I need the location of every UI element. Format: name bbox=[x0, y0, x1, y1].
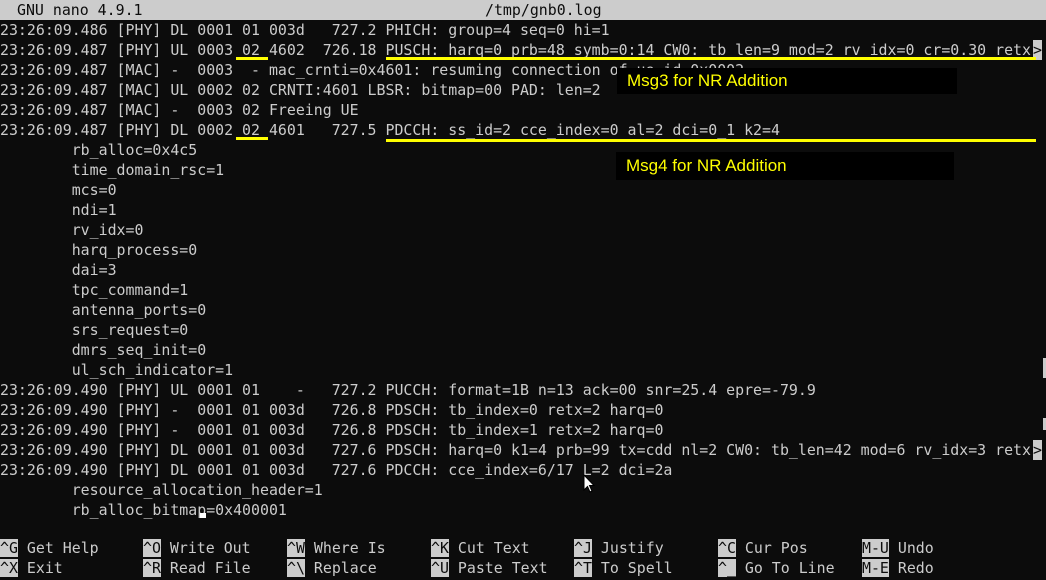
shortcut-replace[interactable]: ^\ Replace bbox=[287, 558, 377, 578]
shortcut-to-spell[interactable]: ^T To Spell bbox=[574, 558, 673, 578]
annotation-msg3: Msg3 for NR Addition bbox=[617, 68, 957, 94]
annotation-msg4: Msg4 for NR Addition bbox=[616, 152, 954, 180]
shortcut-label: Redo bbox=[897, 559, 934, 577]
shortcut-key: ^O bbox=[143, 539, 161, 557]
shortcut-key: M-U bbox=[862, 539, 889, 557]
log-line[interactable]: dai=3 bbox=[0, 260, 1046, 280]
log-line[interactable]: tpc_command=1 bbox=[0, 280, 1046, 300]
shortcut-get-help[interactable]: ^G Get Help bbox=[0, 538, 99, 558]
text-cursor bbox=[200, 513, 206, 518]
shortcut-read-file[interactable]: ^R Read File bbox=[143, 558, 251, 578]
log-line[interactable]: 23:26:09.490 [PHY] DL 0001 01 003d 727.6… bbox=[0, 440, 1046, 460]
shortcut-label: Exit bbox=[26, 559, 63, 577]
shortcut-paste-text[interactable]: ^U Paste Text bbox=[431, 558, 548, 578]
log-line[interactable]: 23:26:09.486 [PHY] DL 0001 01 003d 727.2… bbox=[0, 20, 1046, 40]
shortcut-label: Paste Text bbox=[457, 559, 548, 577]
log-line[interactable]: 23:26:09.490 [PHY] - 0001 01 003d 726.8 … bbox=[0, 420, 1046, 440]
shortcut-key: ^T bbox=[574, 559, 592, 577]
highlight-underline-pusch bbox=[386, 57, 1036, 60]
log-line[interactable]: rv_idx=0 bbox=[0, 220, 1046, 240]
shortcut-key: ^G bbox=[0, 539, 18, 557]
log-line[interactable]: harq_process=0 bbox=[0, 240, 1046, 260]
log-line[interactable]: srs_request=0 bbox=[0, 320, 1046, 340]
log-line[interactable]: 23:26:09.490 [PHY] UL 0001 01 - 727.2 PU… bbox=[0, 380, 1046, 400]
shortcut-exit[interactable]: ^X Exit bbox=[0, 558, 63, 578]
shortcut-label: Read File bbox=[169, 559, 251, 577]
shortcut-label: Get Help bbox=[26, 539, 99, 557]
shortcut-label: Cur Pos bbox=[744, 539, 808, 557]
shortcut-label: Justify bbox=[600, 539, 664, 557]
shortcut-key: ^J bbox=[574, 539, 592, 557]
shortcut-cur-pos[interactable]: ^C Cur Pos bbox=[718, 538, 808, 558]
shortcut-key: ^U bbox=[431, 559, 449, 577]
shortcut-label: Replace bbox=[313, 559, 377, 577]
log-line[interactable]: 23:26:09.490 [PHY] - 0001 01 003d 726.8 … bbox=[0, 400, 1046, 420]
shortcut-cut-text[interactable]: ^K Cut Text bbox=[431, 538, 530, 558]
shortcut-key: M-E bbox=[862, 559, 889, 577]
mouse-pointer-icon bbox=[583, 474, 595, 493]
log-line[interactable]: dmrs_seq_init=0 bbox=[0, 340, 1046, 360]
shortcut-justify[interactable]: ^J Justify bbox=[574, 538, 664, 558]
shortcut-key: ^_ bbox=[718, 559, 736, 577]
shortcut-undo[interactable]: M-U Undo bbox=[862, 538, 934, 558]
log-line[interactable]: antenna_ports=0 bbox=[0, 300, 1046, 320]
shortcut-label: To Spell bbox=[600, 559, 673, 577]
shortcut-label: Go To Line bbox=[744, 559, 835, 577]
shortcut-label: Undo bbox=[897, 539, 934, 557]
shortcut-write-out[interactable]: ^O Write Out bbox=[143, 538, 251, 558]
log-line[interactable]: resource_allocation_header=1 bbox=[0, 480, 1046, 500]
shortcut-key: ^\ bbox=[287, 559, 305, 577]
log-line[interactable]: 23:26:09.490 [PHY] DL 0001 01 003d 727.6… bbox=[0, 460, 1046, 480]
highlight-underline-pdcch bbox=[386, 139, 1036, 142]
log-line[interactable]: ndi=1 bbox=[0, 200, 1046, 220]
shortcut-redo[interactable]: M-E Redo bbox=[862, 558, 934, 578]
shortcut-where-is[interactable]: ^W Where Is bbox=[287, 538, 386, 558]
shortcut-key: ^K bbox=[431, 539, 449, 557]
editor-area[interactable]: 23:26:09.486 [PHY] DL 0001 01 003d 727.2… bbox=[0, 20, 1046, 540]
shortcut-label: Where Is bbox=[313, 539, 386, 557]
highlight-underline-ue-index bbox=[236, 57, 268, 60]
shortcut-key: ^W bbox=[287, 539, 305, 557]
shortcut-label: Cut Text bbox=[457, 539, 530, 557]
log-line[interactable]: 23:26:09.487 [MAC] - 0003 02 Freeing UE bbox=[0, 100, 1046, 120]
shortcut-go-to-line[interactable]: ^_ Go To Line bbox=[718, 558, 835, 578]
log-line[interactable]: rb_alloc_bitmap=0x400001 bbox=[0, 500, 1046, 520]
title-bar: GNU nano 4.9.1 /tmp/gnb0.log bbox=[0, 0, 1046, 20]
shortcut-help-bar: ^G Get Help ^O Write Out ^W Where Is ^K … bbox=[0, 538, 1046, 580]
shortcut-key: ^R bbox=[143, 559, 161, 577]
highlight-underline-ue-index bbox=[236, 137, 268, 140]
shortcut-row: ^X Exit ^R Read File ^\ Replace ^U Paste… bbox=[0, 558, 1046, 578]
shortcut-key: ^C bbox=[718, 539, 736, 557]
shortcut-row: ^G Get Help ^O Write Out ^W Where Is ^K … bbox=[0, 538, 1046, 558]
app-name: GNU nano 4.9.1 bbox=[17, 1, 143, 19]
file-name: /tmp/gnb0.log bbox=[485, 1, 602, 19]
shortcut-key: ^X bbox=[0, 559, 18, 577]
log-line[interactable]: 23:26:09.487 [PHY] DL 0002 02 4601 727.5… bbox=[0, 120, 1046, 140]
log-line[interactable]: ul_sch_indicator=1 bbox=[0, 360, 1046, 380]
shortcut-label: Write Out bbox=[169, 539, 251, 557]
line-truncated-marker: > bbox=[1033, 440, 1042, 460]
log-line[interactable]: mcs=0 bbox=[0, 180, 1046, 200]
